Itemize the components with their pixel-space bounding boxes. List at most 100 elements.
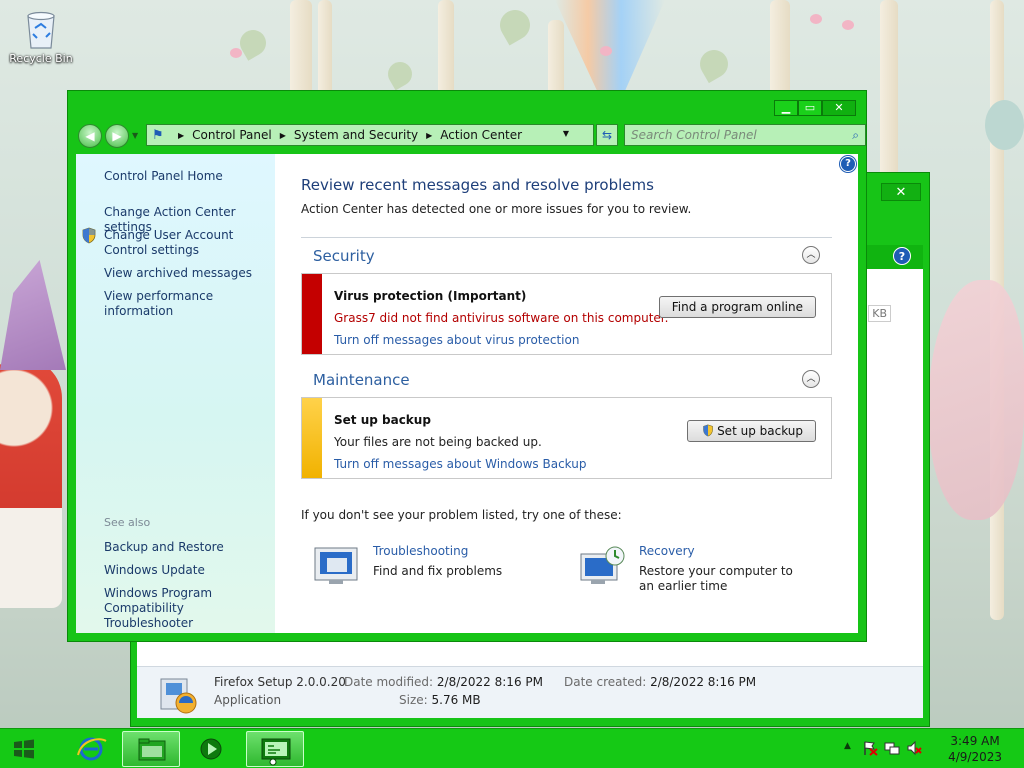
turn-off-virus-messages-link[interactable]: Turn off messages about virus protection (334, 333, 579, 347)
wallpaper-tree (438, 0, 454, 95)
wallpaper-blossom (842, 20, 854, 30)
explorer-taskbar-button[interactable] (122, 731, 180, 767)
windows-logo-icon (14, 739, 34, 759)
internet-explorer-taskbar-button[interactable] (62, 731, 120, 767)
alert-title: Set up backup (334, 413, 431, 427)
main-pane: Review recent messages and resolve probl… (301, 154, 832, 633)
find-program-online-button[interactable]: Find a program online (658, 296, 816, 318)
breadcrumb-separator-icon[interactable]: ▶ (280, 131, 286, 140)
date-modified-label: Date modified: (344, 675, 434, 689)
forward-button[interactable]: ▶ (105, 124, 129, 148)
recycle-bin-shortcut[interactable]: Recycle Bin (6, 6, 76, 65)
size-value: 5.76 MB (431, 693, 481, 707)
breadcrumb-control-panel[interactable]: Control Panel (192, 128, 272, 142)
wallpaper-tree (880, 0, 898, 180)
wallpaper-lantern (985, 100, 1024, 150)
left-navigation-pane: Control Panel Home Change Action Center … (76, 154, 275, 633)
breadcrumb-action-center[interactable]: Action Center (440, 128, 522, 142)
recovery-link[interactable]: Recovery (639, 544, 695, 558)
media-player-icon (200, 738, 222, 760)
control-panel-taskbar-button[interactable] (246, 731, 304, 767)
taskbar: ▲ 3:49 AM 4/9/2023 (0, 728, 1024, 768)
try-these-text: If you don't see your problem listed, tr… (301, 508, 622, 522)
change-uac-settings-link[interactable]: Change User Account Control settings (104, 228, 274, 258)
wallpaper-leaf (494, 4, 536, 46)
set-up-backup-label: Set up backup (717, 424, 803, 438)
troubleshooting-icon (313, 546, 361, 586)
details-pane: Firefox Setup 2.0.0.20 Application Date … (137, 666, 923, 718)
window-content: Control Panel Home Change Action Center … (76, 154, 858, 633)
maximize-button[interactable]: ▭ (798, 100, 822, 116)
volume-muted-icon[interactable] (906, 740, 922, 756)
address-dropdown-icon[interactable]: ▼ (563, 129, 569, 138)
clock-date: 4/9/2023 (948, 750, 1002, 764)
backup-alert: Set up backup Your files are not being b… (301, 397, 832, 479)
search-input[interactable] (625, 125, 835, 145)
caption-buttons: ▁ ▭ ✕ (774, 100, 856, 116)
clock[interactable]: 3:49 AM 4/9/2023 (948, 733, 1002, 765)
turn-off-backup-messages-link[interactable]: Turn off messages about Windows Backup (334, 457, 586, 471)
recovery-description: Restore your computer to an earlier time (639, 564, 793, 593)
recent-pages-dropdown[interactable]: ▼ (132, 131, 138, 140)
alert-title: Virus protection (Important) (334, 289, 527, 303)
breadcrumb-separator-icon[interactable]: ▶ (426, 131, 432, 140)
view-archived-messages-link[interactable]: View archived messages (104, 266, 274, 281)
close-button[interactable]: ✕ (822, 100, 856, 116)
clock-time: 3:49 AM (950, 734, 1000, 748)
recovery-icon (579, 546, 627, 586)
security-collapse-chevron-icon[interactable]: ︿ (802, 246, 820, 264)
action-center-flag-icon[interactable] (862, 740, 878, 756)
installer-icon (157, 673, 199, 715)
search-box[interactable]: ⌕ (624, 124, 866, 146)
control-panel-home-link[interactable]: Control Panel Home (104, 169, 274, 184)
virus-protection-alert: Virus protection (Important) Grass7 did … (301, 273, 832, 355)
help-icon[interactable]: ? (893, 247, 911, 265)
maintenance-heading[interactable]: Maintenance (313, 371, 410, 389)
page-title: Review recent messages and resolve probl… (301, 176, 654, 194)
breadcrumb-system-and-security[interactable]: System and Security (294, 128, 418, 142)
media-player-taskbar-button[interactable] (182, 731, 240, 767)
wallpaper-leaf (694, 44, 734, 84)
recycle-bin-icon (24, 8, 58, 50)
show-hidden-icons-icon[interactable]: ▲ (844, 741, 851, 751)
date-modified-value: 2/8/2022 8:16 PM (436, 675, 543, 689)
set-up-backup-button[interactable]: Set up backup (687, 420, 816, 442)
page-subtitle: Action Center has detected one or more i… (301, 202, 692, 216)
troubleshooting-description: Find and fix problems (373, 564, 503, 578)
date-created-label: Date created: (564, 675, 647, 689)
uac-shield-icon (81, 227, 97, 244)
system-tray: ▲ 3:49 AM 4/9/2023 (834, 729, 1024, 768)
action-center-flag-icon: ⚑ (152, 127, 164, 143)
back-button[interactable]: ◀ (78, 124, 102, 148)
troubleshooting-link[interactable]: Troubleshooting (373, 544, 468, 558)
alert-description: Grass7 did not find antivirus software o… (334, 311, 669, 325)
backup-and-restore-link[interactable]: Backup and Restore (104, 540, 274, 555)
detail-date-created: Date created: 2/8/2022 8:16 PM (564, 675, 756, 689)
wallpaper-pink-leaf (928, 280, 1024, 520)
divider (301, 237, 832, 238)
size-label: Size: (399, 693, 428, 707)
control-panel-icon (261, 738, 291, 766)
breadcrumb-separator-icon[interactable]: ▶ (178, 131, 184, 140)
see-also-heading: See also (104, 516, 151, 529)
help-button[interactable]: ? (840, 156, 856, 172)
search-icon[interactable]: ⌕ (852, 128, 859, 143)
minimize-button[interactable]: ▁ (774, 100, 798, 116)
security-heading[interactable]: Security (313, 247, 375, 265)
refresh-button[interactable]: ⇆ (596, 124, 618, 146)
maintenance-collapse-chevron-icon[interactable]: ︿ (802, 370, 820, 388)
wallpaper-tree (548, 20, 564, 95)
folder-icon (138, 738, 166, 761)
compatibility-troubleshooter-link[interactable]: Windows Program Compatibility Troublesho… (104, 586, 274, 631)
start-button[interactable] (12, 737, 36, 761)
windows-update-link[interactable]: Windows Update (104, 563, 274, 578)
action-center-window[interactable]: ▁ ▭ ✕ ◀ ▶ ▼ ⚑ ▶ Control Panel ▶ System a… (67, 90, 867, 642)
detail-size: Size: 5.76 MB (399, 693, 481, 707)
background-window-close-button[interactable]: ✕ (881, 183, 921, 201)
address-bar[interactable]: ⚑ ▶ Control Panel ▶ System and Security … (146, 124, 594, 146)
view-performance-information-link[interactable]: View performance information (104, 289, 274, 319)
severity-bar-important (302, 274, 322, 354)
network-icon[interactable] (884, 740, 900, 756)
detail-date-modified: Date modified: 2/8/2022 8:16 PM (344, 675, 543, 689)
wallpaper-blossom (230, 48, 242, 58)
